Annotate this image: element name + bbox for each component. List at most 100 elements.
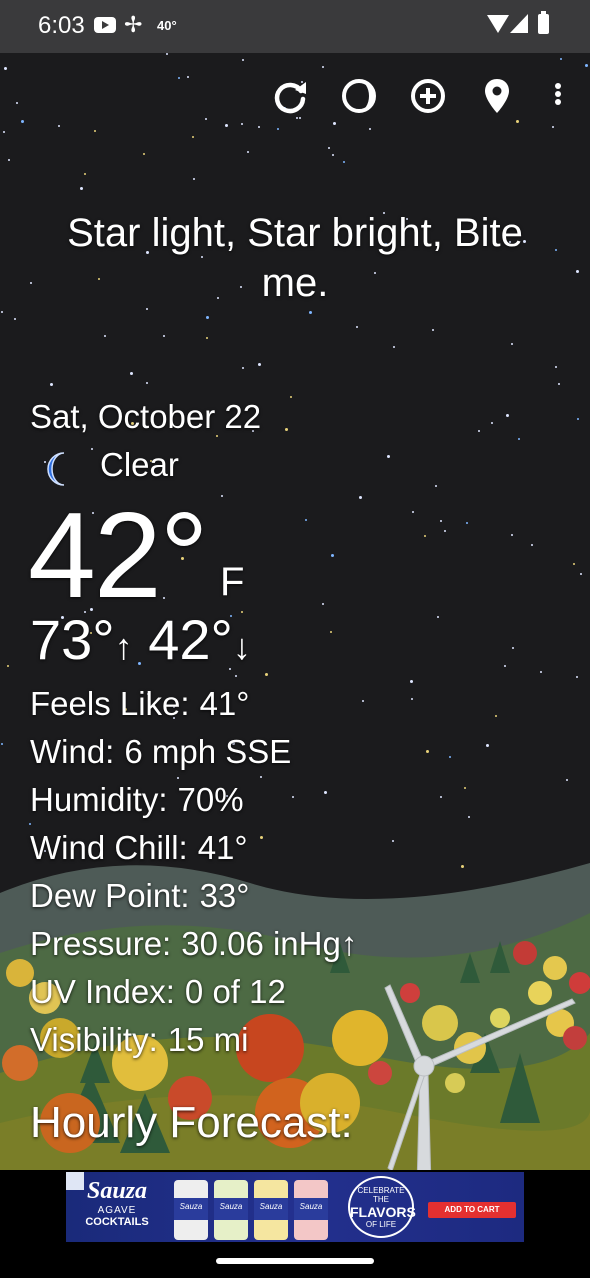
star (265, 673, 268, 676)
star (491, 422, 493, 424)
star (495, 715, 497, 717)
star (3, 131, 5, 133)
star (468, 816, 470, 818)
ad-badge: CELEBRATE THE FLAVORS OF LIFE (348, 1176, 416, 1238)
ad-banner[interactable]: Sauza AGAVE COCKTAILS Sauza Sauza Sauza … (66, 1172, 524, 1242)
ad-brand: Sauza AGAVE COCKTAILS (72, 1178, 162, 1228)
detail-value: 6 mph SSE (124, 733, 292, 770)
star (437, 616, 439, 618)
signal-icon (510, 14, 528, 33)
star (146, 382, 148, 384)
hourly-forecast-heading: Hourly Forecast: (30, 1098, 353, 1147)
star (277, 128, 279, 130)
star (560, 58, 562, 60)
location-pin-icon (485, 79, 509, 113)
product-can: Sauza (254, 1180, 288, 1240)
star (573, 563, 575, 565)
star (242, 367, 244, 369)
ad-badge-top: CELEBRATE THE (357, 1186, 405, 1204)
star (435, 485, 437, 487)
star (8, 159, 10, 161)
star (192, 136, 194, 138)
star (242, 59, 244, 61)
star (540, 671, 542, 673)
ad-add-to-cart-button[interactable]: ADD TO CART (428, 1202, 516, 1218)
star (260, 776, 262, 778)
ad-badge-main: FLAVORS (350, 1204, 416, 1220)
down-arrow-icon: ↓ (232, 626, 251, 667)
star (7, 665, 9, 667)
more-options-icon (555, 83, 561, 105)
star (444, 530, 446, 532)
star (177, 777, 179, 779)
detail-label: Wind: (30, 733, 115, 770)
detail-label: UV Index: (30, 973, 175, 1010)
star (387, 455, 390, 458)
star (424, 535, 426, 537)
star (290, 396, 292, 398)
status-time: 6:03 (38, 12, 85, 39)
star (130, 372, 133, 375)
detail-dew-point: Dew Point: 33° (30, 876, 249, 916)
star (555, 366, 557, 368)
star (412, 511, 414, 513)
weather-quote: Star light, Star bright, Bite me. (67, 211, 523, 305)
detail-visibility: Visibility: 15 mi (30, 1020, 248, 1060)
star (333, 122, 336, 125)
detail-value: 41° (197, 829, 248, 866)
star (91, 448, 93, 450)
star (558, 383, 560, 385)
detail-value: 30.06 inHg↑ (181, 925, 358, 962)
detail-label: Visibility: (30, 1021, 158, 1058)
theme-button[interactable] (339, 76, 379, 116)
star (84, 173, 86, 175)
star (466, 522, 468, 524)
current-temperature: 42° (28, 487, 208, 623)
star (566, 779, 568, 781)
detail-feels-like: Feels Like: 41° (30, 684, 249, 724)
star (330, 631, 332, 633)
fan-icon: ✢ (124, 12, 143, 37)
star (258, 363, 261, 366)
star (531, 544, 533, 546)
star (449, 756, 451, 758)
product-can: Sauza (214, 1180, 248, 1240)
high-low-temperature: 73°↑ 42°↓ (30, 607, 251, 680)
star (393, 346, 395, 348)
detail-label: Dew Point: (30, 877, 190, 914)
toolbar (0, 70, 590, 120)
status-bar: 6:03 ✢ 40° (0, 0, 590, 53)
star (322, 603, 324, 605)
star (576, 270, 579, 273)
detail-label: Wind Chill: (30, 829, 188, 866)
add-location-button[interactable] (408, 76, 448, 116)
star (146, 308, 148, 310)
star (221, 495, 223, 497)
star (486, 744, 489, 747)
star (464, 787, 466, 789)
star (432, 329, 434, 331)
detail-uv-index: UV Index: 0 of 12 (30, 972, 286, 1012)
refresh-button[interactable] (270, 76, 310, 116)
up-arrow-icon: ↑ (114, 626, 133, 667)
more-options-button[interactable] (538, 76, 578, 116)
home-indicator[interactable] (216, 1258, 374, 1264)
forecast-date: Sat, October 22 (30, 398, 262, 435)
location-button[interactable] (477, 76, 517, 116)
ad-brand-name: Sauza (86, 1178, 148, 1204)
star (332, 154, 334, 156)
star (50, 383, 53, 386)
product-can: Sauza (294, 1180, 328, 1240)
status-temp: 40° (157, 18, 177, 33)
detail-pressure: Pressure: 30.06 inHg↑ (30, 924, 357, 964)
star (426, 750, 429, 753)
star (411, 698, 413, 700)
star (143, 153, 145, 155)
youtube-icon (94, 17, 116, 33)
star (206, 337, 208, 339)
star (1, 743, 3, 745)
star (241, 123, 243, 125)
star (516, 120, 519, 123)
star (14, 318, 16, 320)
theme-icon (342, 79, 376, 113)
